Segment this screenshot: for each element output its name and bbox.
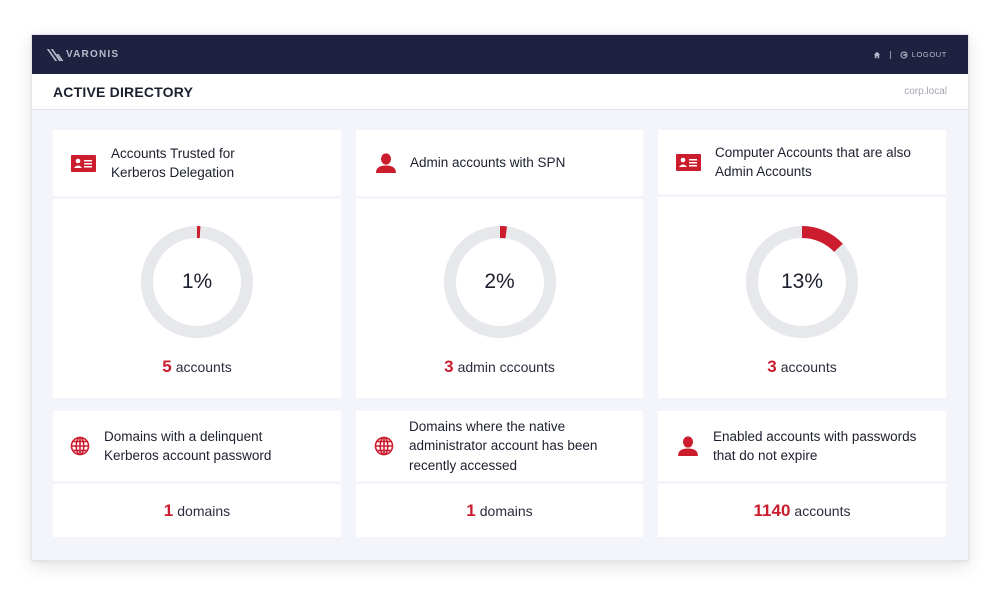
metric-unit: admin cccounts xyxy=(457,359,555,375)
metric-value: 1140 accounts xyxy=(754,501,851,521)
page-title: ACTIVE DIRECTORY xyxy=(53,83,194,100)
donut-chart: 13% xyxy=(744,224,860,340)
metric-unit: domains xyxy=(177,502,231,519)
metric-count: 1 xyxy=(163,500,174,520)
card-passwords-never-expire[interactable]: Enabled accounts with passwords that do … xyxy=(658,411,946,537)
metric-unit: accounts xyxy=(780,359,837,375)
metric-count: 1140 xyxy=(753,500,791,520)
percent-label: 13% xyxy=(780,270,824,293)
varonis-logo[interactable]: VARONIS xyxy=(46,48,120,61)
home-icon[interactable] xyxy=(873,51,881,59)
globe-icon xyxy=(70,436,90,456)
metric-value: 3 accounts xyxy=(767,357,837,377)
metric-count: 3 xyxy=(444,357,454,376)
card-header: Domains where the native administrator a… xyxy=(356,411,643,481)
card-body: 1140 accounts xyxy=(658,484,946,537)
card-body: 1 domains xyxy=(53,484,341,537)
card-computer-admin-accounts[interactable]: Computer Accounts that are also Admin Ac… xyxy=(658,130,946,398)
metric-value: 1 domains xyxy=(164,501,230,521)
percent-label: 2% xyxy=(484,270,515,293)
id-card-icon xyxy=(675,153,701,171)
card-body: 1% 5 accounts xyxy=(53,199,341,398)
metric-count: 1 xyxy=(466,500,476,520)
logo-mark-icon xyxy=(46,48,64,61)
card-header: Enabled accounts with passwords that do … xyxy=(658,411,946,481)
donut-chart: 1% xyxy=(139,224,255,340)
percent-label: 1% xyxy=(181,270,213,293)
metric-unit: accounts xyxy=(794,502,851,519)
metric-unit: domains xyxy=(479,502,533,519)
card-body: 13% 3 accounts xyxy=(658,197,946,398)
page-header: ACTIVE DIRECTORY corp.local xyxy=(32,74,968,110)
card-native-admin-accessed[interactable]: Domains where the native administrator a… xyxy=(356,411,643,537)
metric-value: 5 accounts xyxy=(162,357,232,377)
top-actions: LOGOUT xyxy=(873,50,947,59)
logout-button[interactable]: LOGOUT xyxy=(900,50,947,59)
id-card-icon xyxy=(70,154,96,172)
metric-value: 3 admin cccounts xyxy=(444,357,555,377)
card-kerberos-delegation[interactable]: Accounts Trusted for Kerberos Delegation… xyxy=(53,130,341,398)
card-header: Domains with a delinquent Kerberos accou… xyxy=(53,411,341,481)
logout-label: LOGOUT xyxy=(911,50,947,59)
metric-unit: accounts xyxy=(175,359,232,375)
metric-value: 1 domains xyxy=(466,501,532,521)
donut-chart: 2% xyxy=(442,224,558,340)
card-title: Accounts Trusted for Kerberos Delegation xyxy=(111,145,235,181)
card-title: Enabled accounts with passwords that do … xyxy=(713,428,917,464)
card-title: Computer Accounts that are also Admin Ac… xyxy=(715,144,911,180)
domain-label: corp.local xyxy=(904,86,947,97)
card-title: Domains where the native administrator a… xyxy=(409,418,598,473)
metric-count: 3 xyxy=(767,357,777,376)
card-title: Domains with a delinquent Kerberos accou… xyxy=(104,428,272,464)
user-icon xyxy=(375,153,397,173)
top-nav-bar: VARONIS LOGOUT xyxy=(32,35,968,74)
app-window: VARONIS LOGOUT ACTIVE DIRECTORY corp.loc… xyxy=(31,34,969,561)
card-header: Admin accounts with SPN xyxy=(356,130,643,196)
logout-icon xyxy=(900,50,908,59)
user-icon xyxy=(677,436,699,456)
card-body: 1 domains xyxy=(356,484,643,537)
card-admin-spn[interactable]: Admin accounts with SPN 2% 3 admin cccoun… xyxy=(356,130,643,398)
card-title: Admin accounts with SPN xyxy=(410,155,566,171)
card-delinquent-kerberos[interactable]: Domains with a delinquent Kerberos accou… xyxy=(53,411,341,537)
metric-count: 5 xyxy=(162,357,172,376)
divider xyxy=(889,50,891,59)
card-header: Computer Accounts that are also Admin Ac… xyxy=(658,130,946,194)
card-header: Accounts Trusted for Kerberos Delegation xyxy=(53,130,341,196)
card-body: 2% 3 admin cccounts xyxy=(356,199,643,398)
globe-icon xyxy=(374,436,394,456)
brand-name: VARONIS xyxy=(66,49,120,60)
